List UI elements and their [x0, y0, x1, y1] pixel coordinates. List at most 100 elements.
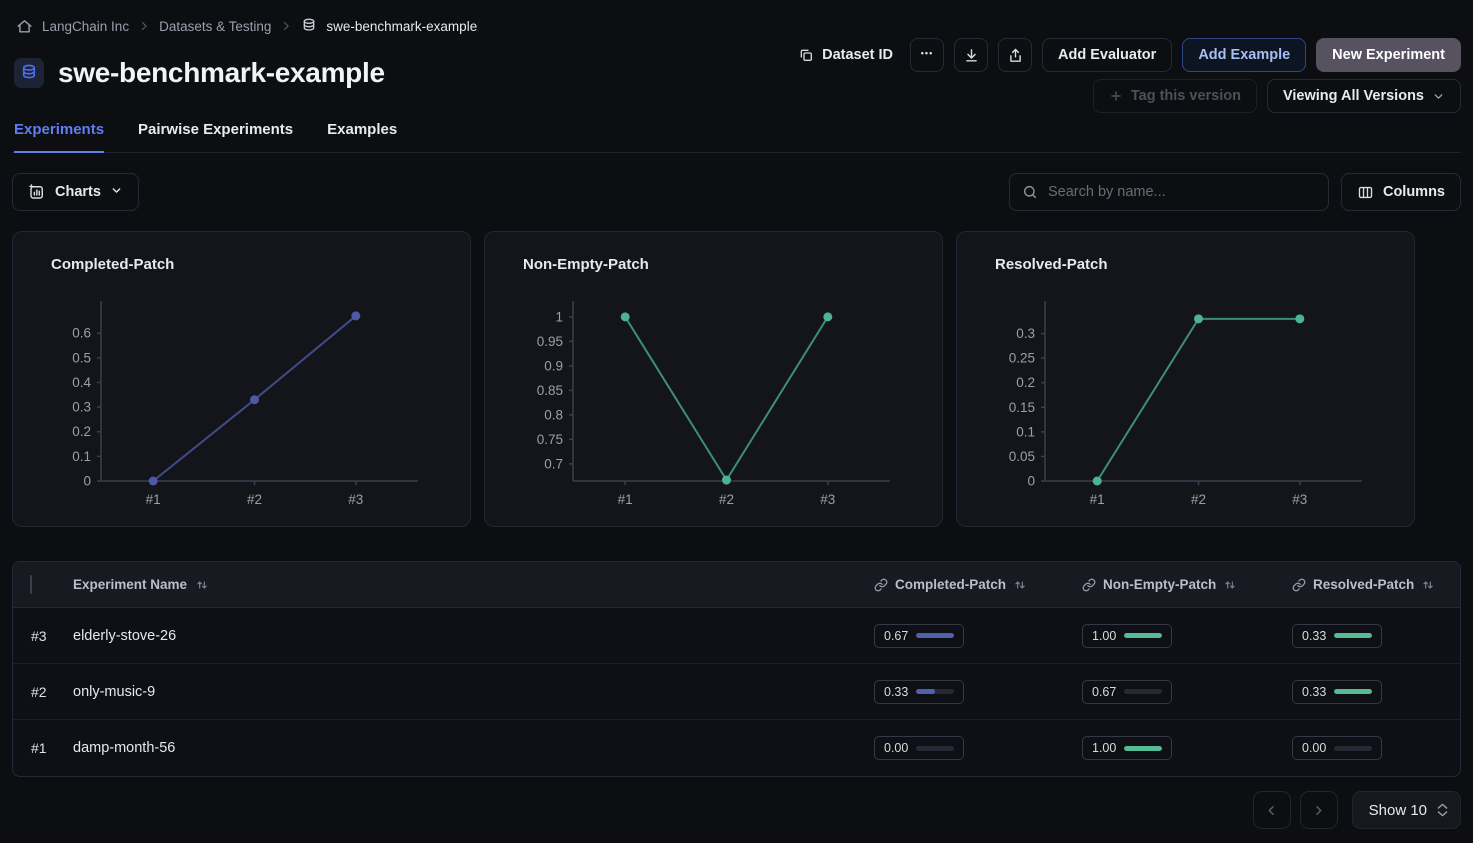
- viewing-versions-dropdown[interactable]: Viewing All Versions: [1267, 79, 1461, 113]
- tab-bar: Experiments Pairwise Experiments Example…: [12, 117, 1461, 153]
- dataset-icon: [14, 58, 44, 88]
- svg-text:0.8: 0.8: [544, 407, 563, 422]
- chart-card-completed-patch: Completed-Patch 00.10.20.30.40.50.6#1#2#…: [12, 231, 471, 527]
- pagination: Show 10: [12, 791, 1461, 829]
- metric-bar: [1334, 633, 1372, 638]
- actions-row-versions: Tag this version Viewing All Versions: [1093, 79, 1461, 113]
- svg-text:0.2: 0.2: [72, 424, 91, 439]
- svg-text:0.3: 0.3: [1016, 326, 1035, 341]
- page-size-select[interactable]: Show 10: [1352, 791, 1461, 829]
- metric-bar: [1334, 689, 1372, 694]
- add-example-button[interactable]: Add Example: [1182, 38, 1306, 72]
- svg-text:#1: #1: [146, 492, 161, 507]
- experiments-table: Experiment Name Completed-Patch Non-Empt: [12, 561, 1461, 777]
- sort-icon[interactable]: [195, 578, 209, 592]
- metric-pill: 0.00: [874, 736, 964, 760]
- experiment-name[interactable]: elderly-stove-26: [73, 628, 863, 644]
- tag-version-button: Tag this version: [1093, 79, 1257, 113]
- column-completed-patch: Completed-Patch: [895, 577, 1006, 592]
- charts-dropdown-button[interactable]: Charts: [12, 173, 139, 211]
- svg-text:0.2: 0.2: [1016, 375, 1035, 390]
- metric-pill: 0.67: [874, 624, 964, 648]
- line-chart-resolved-patch: 00.050.10.150.20.250.3#1#2#3: [967, 285, 1407, 519]
- experiment-name[interactable]: damp-month-56: [73, 740, 863, 756]
- chevron-down-icon: [110, 184, 123, 201]
- chart-title: Completed-Patch: [51, 256, 470, 273]
- tab-pairwise-experiments[interactable]: Pairwise Experiments: [138, 117, 293, 152]
- add-evaluator-button[interactable]: Add Evaluator: [1042, 38, 1172, 72]
- column-resolved-patch: Resolved-Patch: [1313, 577, 1414, 592]
- dataset-id-button[interactable]: Dataset ID: [791, 38, 900, 72]
- chart-card-resolved-patch: Resolved-Patch 00.050.10.150.20.250.3#1#…: [956, 231, 1415, 527]
- chart-card-non-empty-patch: Non-Empty-Patch 0.70.750.80.850.90.951#1…: [484, 231, 943, 527]
- svg-text:0.1: 0.1: [1016, 424, 1035, 439]
- upload-button[interactable]: [998, 38, 1032, 72]
- experiment-rank: #3: [13, 628, 73, 644]
- column-experiment-name: Experiment Name: [73, 577, 187, 592]
- sort-icon[interactable]: [1223, 578, 1237, 592]
- svg-text:#2: #2: [1191, 492, 1206, 507]
- plus-icon: [1109, 89, 1123, 103]
- svg-text:0.7: 0.7: [544, 456, 563, 471]
- chart-cards: Completed-Patch 0 0.1 0.2 0.3 0.4 0.5 0.6 #1 #2 #…: [12, 231, 1461, 527]
- svg-text:0: 0: [1027, 474, 1035, 489]
- table-row[interactable]: #2 only-music-9 0.33 0.67 0.33: [13, 664, 1460, 720]
- metric-pill: 1.00: [1082, 624, 1172, 648]
- chart-icon: [28, 183, 46, 201]
- chart-title: Non-Empty-Patch: [523, 256, 942, 273]
- chevron-down-icon: [1432, 90, 1445, 103]
- table-row[interactable]: #1 damp-month-56 0.00 1.00 0.00: [13, 720, 1460, 776]
- metric-bar: [1124, 633, 1162, 638]
- svg-text:0.1: 0.1: [72, 449, 91, 464]
- svg-text:#2: #2: [247, 492, 262, 507]
- controls-row: Charts Columns: [12, 173, 1461, 211]
- svg-text:0.15: 0.15: [1009, 400, 1035, 415]
- svg-text:0.4: 0.4: [72, 375, 91, 390]
- experiment-name[interactable]: only-music-9: [73, 684, 863, 700]
- up-down-caret-icon: [1437, 803, 1448, 817]
- more-actions-button[interactable]: •••: [910, 38, 944, 72]
- metric-pill: 0.33: [1292, 624, 1382, 648]
- svg-text:0: 0: [83, 474, 91, 489]
- more-icon: •••: [921, 49, 933, 58]
- svg-text:#2: #2: [719, 492, 734, 507]
- experiment-rank: #1: [13, 740, 73, 756]
- sort-icon[interactable]: [1421, 578, 1435, 592]
- chart-title: Resolved-Patch: [995, 256, 1414, 273]
- svg-text:0.3: 0.3: [72, 400, 91, 415]
- metric-pill: 0.67: [1082, 680, 1172, 704]
- tab-examples[interactable]: Examples: [327, 117, 397, 152]
- metric-pill: 0.33: [1292, 680, 1382, 704]
- metric-bar: [916, 689, 954, 694]
- download-icon: [963, 47, 980, 64]
- line-chart-completed-patch: 00.10.20.30.40.50.6#1#2#3: [23, 285, 463, 519]
- breadcrumb: LangChain Inc Datasets & Testing swe-ben…: [12, 0, 1461, 37]
- line-chart-non-empty-patch: 0.70.750.80.850.90.951#1#2#3: [495, 285, 935, 519]
- sort-icon[interactable]: [1013, 578, 1027, 592]
- actions-row-primary: Dataset ID ••• Add Evaluator Add Example…: [791, 38, 1461, 72]
- svg-text:0.5: 0.5: [72, 350, 91, 365]
- svg-text:0.75: 0.75: [537, 432, 563, 447]
- select-all-checkbox[interactable]: [30, 575, 32, 594]
- metric-bar: [1334, 746, 1372, 751]
- new-experiment-button[interactable]: New Experiment: [1316, 38, 1461, 72]
- columns-button[interactable]: Columns: [1341, 173, 1461, 211]
- svg-text:0.25: 0.25: [1009, 351, 1035, 366]
- svg-text:0.05: 0.05: [1009, 449, 1035, 464]
- next-page-button[interactable]: [1300, 791, 1338, 829]
- table-row[interactable]: #3 elderly-stove-26 0.67 1.00 0.33: [13, 608, 1460, 664]
- home-icon[interactable]: [16, 18, 33, 35]
- metric-bar: [916, 633, 954, 638]
- search-input[interactable]: [1048, 184, 1316, 200]
- download-button[interactable]: [954, 38, 988, 72]
- metric-bar: [916, 746, 954, 751]
- svg-text:#3: #3: [820, 492, 835, 507]
- svg-text:0.6: 0.6: [72, 326, 91, 341]
- svg-text:#3: #3: [1292, 492, 1307, 507]
- breadcrumb-datasets[interactable]: Datasets & Testing: [159, 19, 271, 34]
- tab-experiments[interactable]: Experiments: [14, 117, 104, 153]
- copy-icon: [798, 47, 814, 63]
- breadcrumb-org[interactable]: LangChain Inc: [42, 19, 129, 34]
- svg-text:0.85: 0.85: [537, 383, 563, 398]
- prev-page-button[interactable]: [1253, 791, 1291, 829]
